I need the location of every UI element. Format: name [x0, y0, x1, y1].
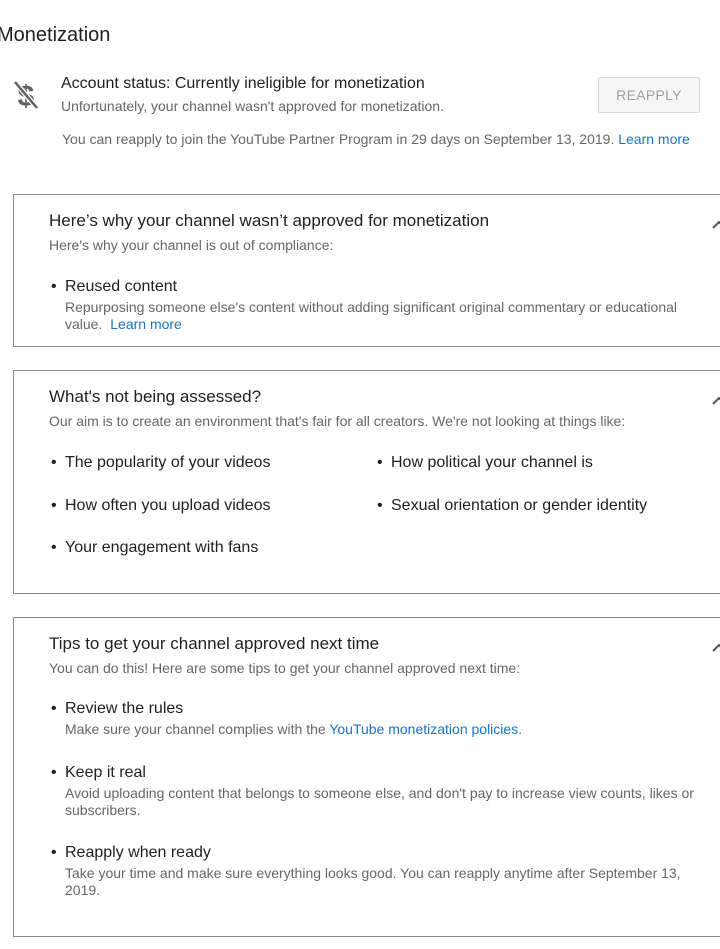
card-subtitle: Here's why your channel is out of compli…	[49, 237, 334, 253]
chevron-up-icon[interactable]	[712, 219, 720, 229]
monetization-policies-link[interactable]: YouTube monetization policies	[329, 721, 518, 737]
item-title: How often you upload videos	[65, 497, 271, 514]
status-subtitle: Unfortunately, your channel wasn't appro…	[61, 98, 444, 114]
item-description: Make sure your channel complies with the…	[65, 721, 522, 738]
bullet-icon: •	[51, 278, 57, 295]
chevron-up-icon[interactable]	[712, 395, 720, 405]
item-description: Repurposing someone else's content witho…	[65, 299, 677, 333]
card-subtitle: You can do this! Here are some tips to g…	[49, 660, 521, 676]
bullet-icon: •	[51, 700, 57, 717]
bullet-icon: •	[377, 497, 383, 514]
item-description-line: subscribers.	[65, 802, 141, 818]
list-item: • The popularity of your videos	[51, 453, 270, 473]
item-description-line: Repurposing someone else's content witho…	[65, 299, 678, 315]
reapply-button[interactable]: REAPPLY	[598, 77, 700, 113]
item-description: Take your time and make sure everything …	[65, 865, 681, 899]
account-status: $ Account status: Currently ineligible f…	[0, 72, 720, 152]
bullet-icon: •	[51, 454, 57, 471]
item-title: Your engagement with fans	[65, 539, 259, 556]
learn-more-link[interactable]: Learn more	[110, 316, 182, 332]
page-title: Monetization	[0, 24, 111, 46]
list-item: • Sexual orientation or gender identity	[377, 496, 647, 516]
learn-more-link[interactable]: Learn more	[618, 131, 690, 147]
bullet-icon: •	[51, 497, 57, 514]
tips-card: Tips to get your channel approved next t…	[13, 617, 720, 937]
bullet-icon: •	[377, 454, 383, 471]
item-description-text: .	[518, 721, 523, 737]
list-item: • Your engagement with fans	[51, 538, 258, 558]
item-description-line: Avoid uploading content that belongs to …	[65, 785, 694, 801]
list-item: • Reused content Repurposing someone els…	[51, 277, 720, 333]
reapply-note-text: You can reapply to join the YouTube Part…	[62, 131, 615, 147]
item-description-line: Take your time and make sure everything …	[65, 865, 681, 881]
item-description-text: Make sure your channel complies with the	[65, 721, 330, 737]
item-title: How political your channel is	[391, 454, 593, 471]
list-item: • How political your channel is	[377, 453, 593, 473]
item-description: Avoid uploading content that belongs to …	[65, 785, 694, 819]
list-item: • Review the rules Make sure your channe…	[51, 699, 522, 738]
item-description-line: value.	[65, 316, 103, 332]
not-assessed-card: What's not being assessed? Our aim is to…	[13, 370, 720, 594]
bullet-icon: •	[51, 539, 57, 556]
list-item: • How often you upload videos	[51, 496, 270, 516]
item-title: Review the rules	[65, 700, 184, 717]
list-item: • Keep it real Avoid uploading content t…	[51, 763, 720, 819]
item-title: The popularity of your videos	[65, 454, 271, 471]
bullet-icon: •	[51, 844, 57, 861]
card-subtitle: Our aim is to create an environment that…	[49, 413, 626, 429]
item-title: Keep it real	[65, 764, 146, 781]
chevron-up-icon[interactable]	[712, 642, 720, 652]
dollar-crossed-icon: $	[13, 80, 39, 112]
item-title: Reapply when ready	[65, 844, 211, 861]
status-title: Account status: Currently ineligible for…	[61, 75, 425, 92]
bullet-icon: •	[51, 764, 57, 781]
item-title: Reused content	[65, 278, 178, 295]
card-title: Tips to get your channel approved next t…	[49, 634, 380, 653]
reapply-note: You can reapply to join the YouTube Part…	[62, 131, 690, 147]
card-title: What's not being assessed?	[49, 387, 262, 406]
item-title: Sexual orientation or gender identity	[391, 497, 648, 514]
item-description-line: 2019.	[65, 882, 101, 898]
list-item: • Reapply when ready Take your time and …	[51, 843, 720, 899]
card-title: Here’s why your channel wasn’t approved …	[49, 211, 490, 230]
why-not-approved-card: Here’s why your channel wasn’t approved …	[13, 194, 720, 347]
